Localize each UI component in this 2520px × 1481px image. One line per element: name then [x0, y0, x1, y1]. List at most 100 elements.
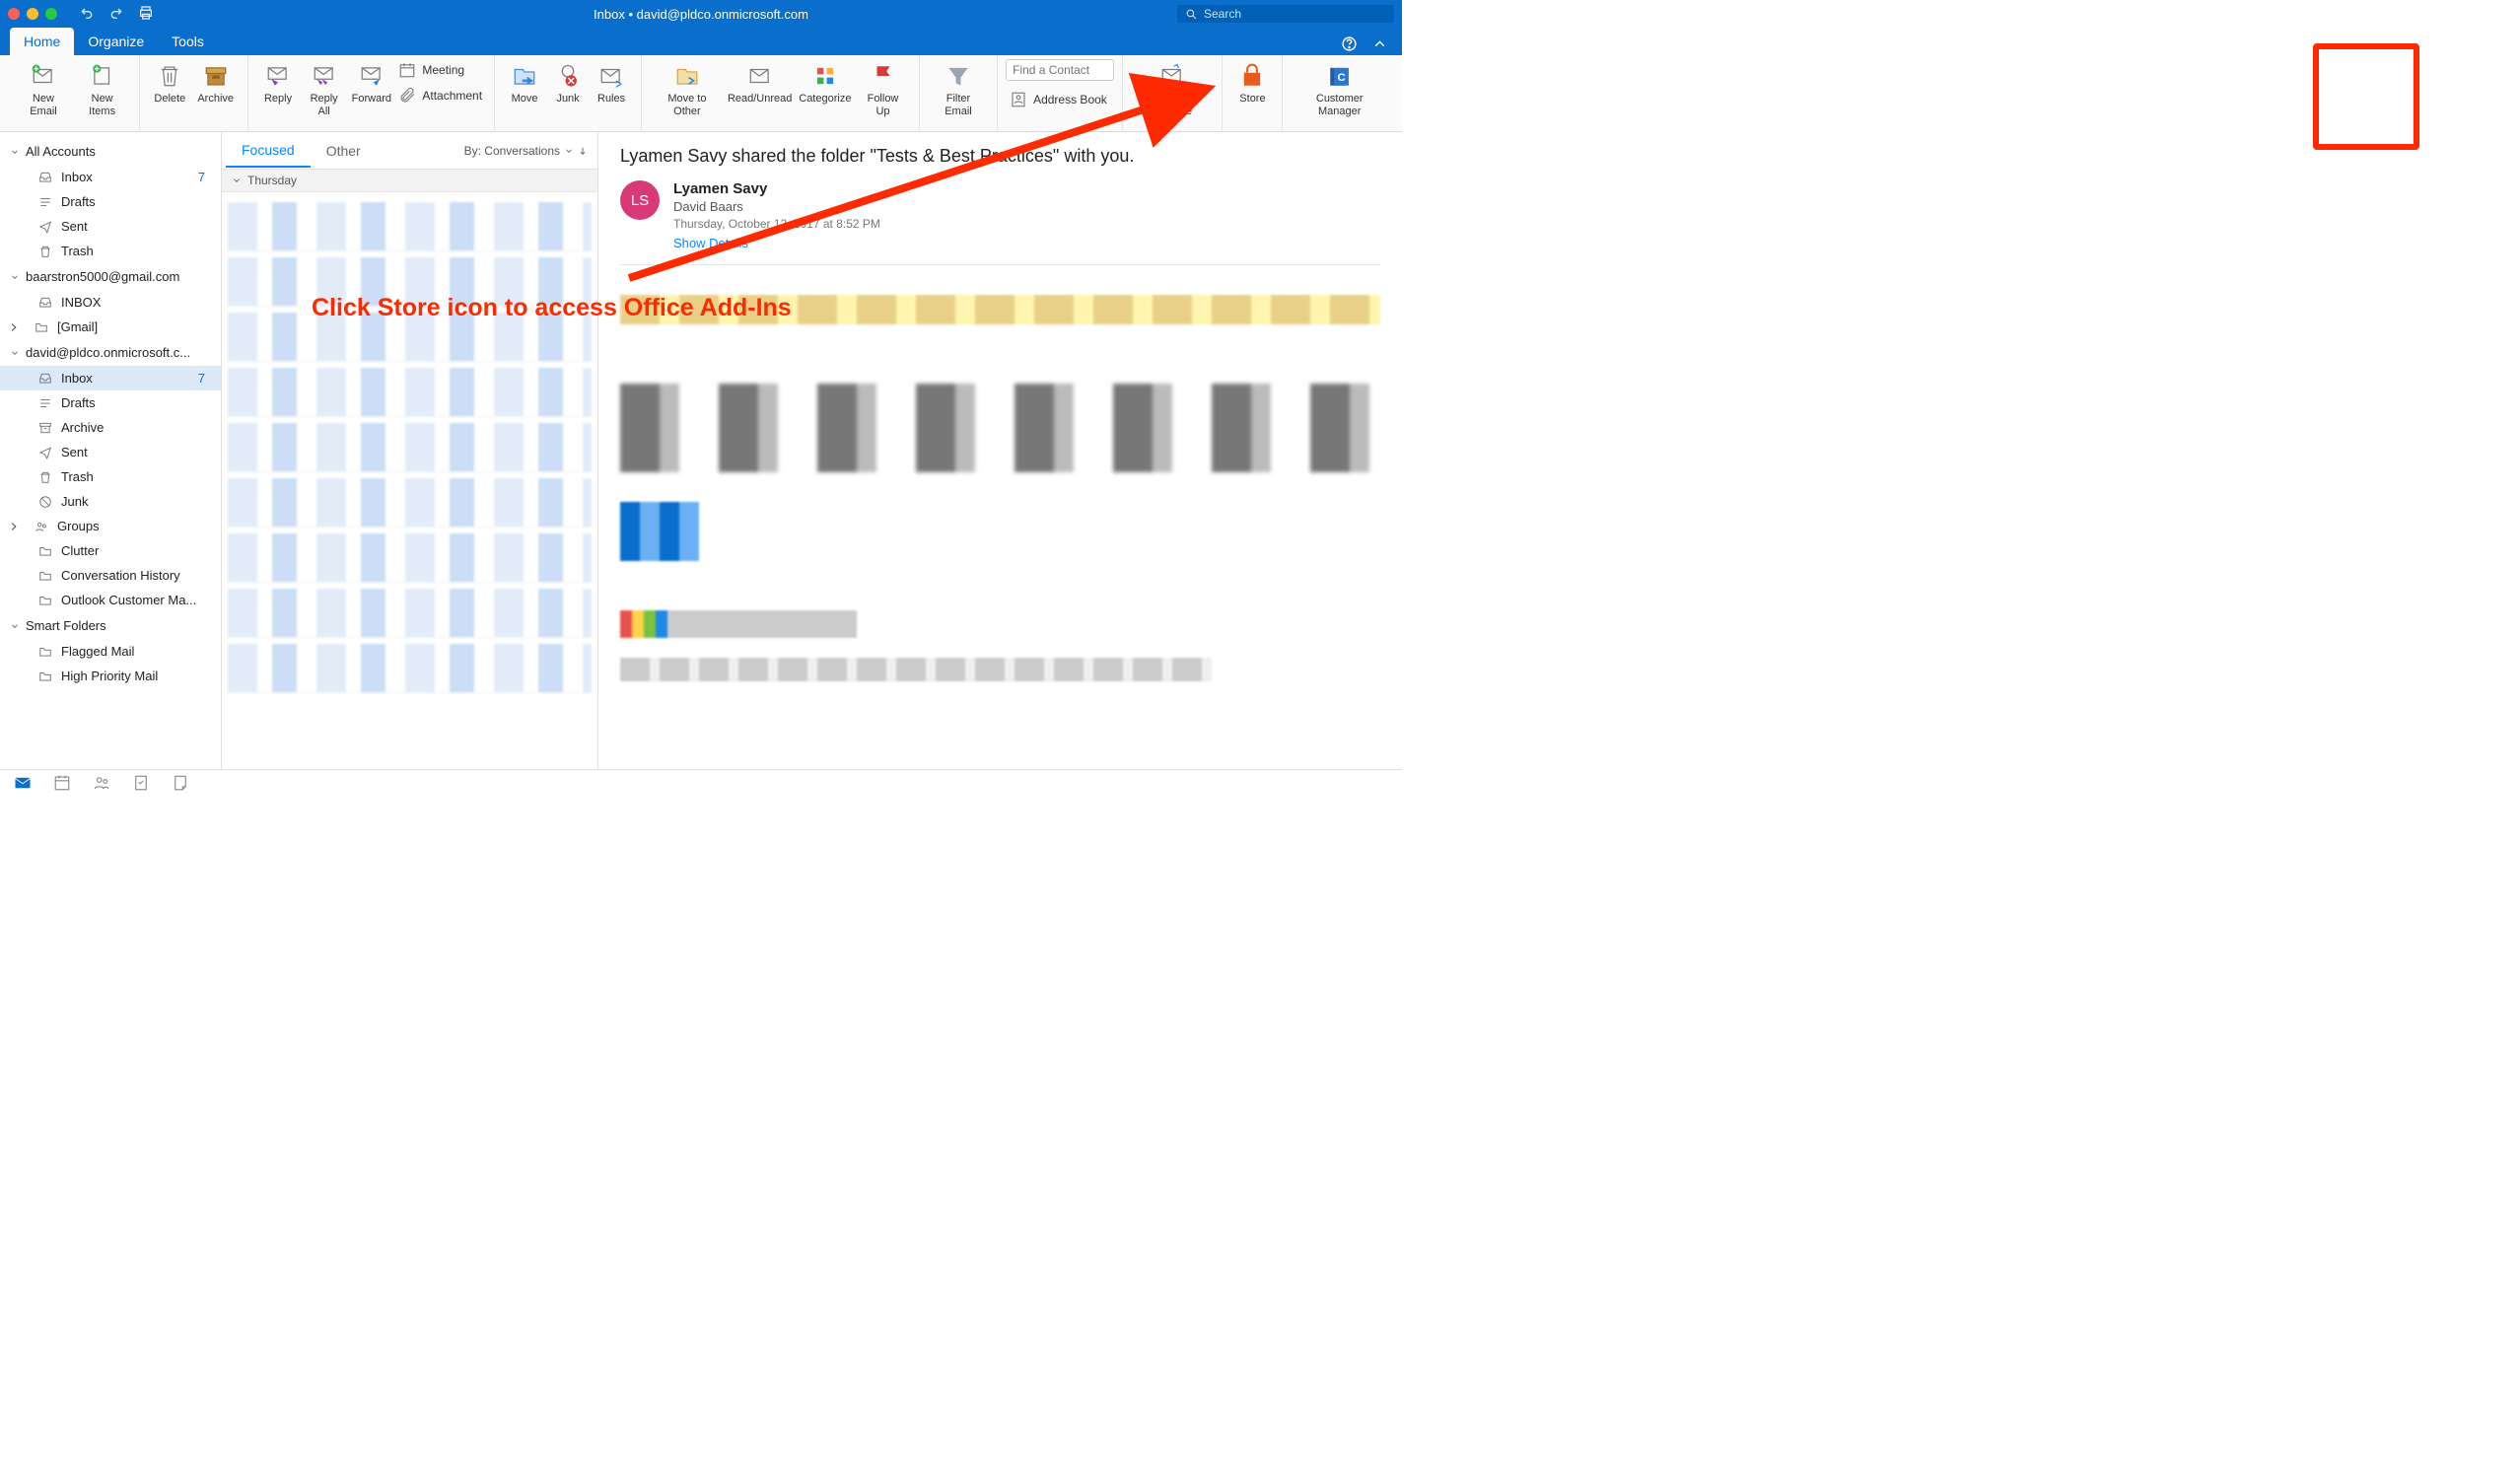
sidebar-account-header[interactable]: All Accounts: [0, 138, 221, 165]
undo-icon[interactable]: [79, 5, 95, 24]
people-nav-icon[interactable]: [93, 774, 110, 795]
window-controls: [8, 8, 57, 20]
arrow-down-icon: [578, 146, 588, 156]
calendar-nav-icon[interactable]: [53, 774, 71, 795]
attachment-button[interactable]: Attachment: [394, 85, 486, 106]
flag-icon: [871, 61, 896, 91]
store-icon: [1239, 61, 1265, 91]
date-group-header[interactable]: Thursday: [222, 170, 597, 192]
sidebar-item-outlook-customer-ma-[interactable]: Outlook Customer Ma...: [0, 588, 221, 612]
tab-organize[interactable]: Organize: [74, 28, 158, 55]
quick-access: [79, 5, 154, 24]
message-list[interactable]: [222, 192, 597, 769]
other-tab[interactable]: Other: [311, 135, 377, 167]
reply-button[interactable]: Reply: [256, 59, 300, 128]
sidebar-item-sent[interactable]: Sent: [0, 440, 221, 464]
move-to-other-icon: [674, 61, 700, 91]
bottom-nav: [0, 769, 1402, 799]
message-item[interactable]: [228, 533, 592, 583]
find-contact-input[interactable]: [1006, 59, 1114, 81]
categorize-button[interactable]: Categorize: [796, 59, 856, 128]
sender-name: Lyamen Savy: [673, 180, 880, 197]
new-items-button[interactable]: New Items: [73, 59, 131, 128]
move-button[interactable]: Move: [503, 59, 546, 128]
sidebar-account-header[interactable]: baarstron5000@gmail.com: [0, 263, 221, 290]
store-button[interactable]: Store: [1230, 59, 1274, 128]
minimize-window-button[interactable]: [27, 8, 38, 20]
sidebar-account-header[interactable]: david@pldco.onmicrosoft.c...: [0, 339, 221, 366]
sidebar-item-inbox[interactable]: Inbox7: [0, 366, 221, 390]
sidebar-item-drafts[interactable]: Drafts: [0, 390, 221, 415]
archive-button[interactable]: Archive: [191, 59, 240, 128]
categorize-icon: [812, 61, 838, 91]
main-area: All AccountsInbox7DraftsSentTrashbaarstr…: [0, 132, 1402, 769]
reply-all-button[interactable]: Reply All: [300, 59, 348, 128]
attachment-icon: [398, 87, 416, 105]
collapse-ribbon-icon[interactable]: [1371, 35, 1388, 55]
sort-by-button[interactable]: By: Conversations: [464, 144, 594, 158]
customer-manager-button[interactable]: C Customer Manager: [1291, 59, 1388, 128]
junk-button[interactable]: Junk: [546, 59, 590, 128]
sidebar-item-inbox[interactable]: Inbox7: [0, 165, 221, 189]
show-details-link[interactable]: Show Details: [673, 236, 880, 250]
forward-button[interactable]: Forward: [348, 59, 394, 128]
new-email-label: New Email: [20, 93, 67, 117]
sidebar-item-sent[interactable]: Sent: [0, 214, 221, 239]
tasks-nav-icon[interactable]: [132, 774, 150, 795]
sidebar-item-trash[interactable]: Trash: [0, 239, 221, 263]
search-icon: [1185, 8, 1198, 21]
sidebar-item-clutter[interactable]: Clutter: [0, 538, 221, 563]
message-body: [620, 295, 1380, 689]
focused-tab[interactable]: Focused: [226, 134, 311, 168]
send-receive-icon: [1159, 61, 1185, 91]
sidebar-item-trash[interactable]: Trash: [0, 464, 221, 489]
folder-sidebar[interactable]: All AccountsInbox7DraftsSentTrashbaarstr…: [0, 132, 222, 769]
message-item[interactable]: [228, 423, 592, 472]
send-receive-button[interactable]: Send & Receive: [1131, 59, 1214, 128]
sidebar-item--gmail-[interactable]: [Gmail]: [0, 315, 221, 339]
zoom-window-button[interactable]: [45, 8, 57, 20]
sidebar-item-flagged-mail[interactable]: Flagged Mail: [0, 639, 221, 664]
meeting-button[interactable]: Meeting: [394, 59, 486, 81]
read-unread-button[interactable]: Read/Unread: [725, 59, 796, 128]
ribbon: New Email New Items Delete Archive Reply…: [0, 55, 1402, 132]
sidebar-item-inbox[interactable]: INBOX: [0, 290, 221, 315]
sidebar-item-groups[interactable]: Groups: [0, 514, 221, 538]
search-box[interactable]: [1177, 5, 1394, 23]
archive-icon: [203, 61, 229, 91]
sidebar-item-junk[interactable]: Junk: [0, 489, 221, 514]
rules-button[interactable]: Rules: [590, 59, 633, 128]
avatar: LS: [620, 180, 660, 220]
message-item[interactable]: [228, 589, 592, 638]
titlebar: Inbox • david@pldco.onmicrosoft.com: [0, 0, 1402, 28]
ribbon-tabs: Home Organize Tools: [0, 28, 1402, 55]
address-book-button[interactable]: Address Book: [1006, 89, 1114, 110]
message-item[interactable]: [228, 644, 592, 693]
close-window-button[interactable]: [8, 8, 20, 20]
print-icon[interactable]: [138, 5, 154, 24]
tab-home[interactable]: Home: [10, 28, 74, 55]
message-item[interactable]: [228, 368, 592, 417]
redo-icon[interactable]: [108, 5, 124, 24]
follow-up-button[interactable]: Follow Up: [855, 59, 911, 128]
message-subject: Lyamen Savy shared the folder "Tests & B…: [620, 146, 1380, 167]
message-item[interactable]: [228, 478, 592, 528]
move-icon: [512, 61, 537, 91]
delete-button[interactable]: Delete: [148, 59, 191, 128]
move-to-other-button[interactable]: Move to Other: [650, 59, 725, 128]
sidebar-item-drafts[interactable]: Drafts: [0, 189, 221, 214]
sidebar-item-archive[interactable]: Archive: [0, 415, 221, 440]
new-email-button[interactable]: New Email: [14, 59, 73, 128]
message-item[interactable]: [228, 202, 592, 251]
message-item[interactable]: [228, 313, 592, 362]
help-icon[interactable]: [1341, 35, 1358, 55]
mail-nav-icon[interactable]: [14, 774, 32, 795]
tab-tools[interactable]: Tools: [158, 28, 218, 55]
sidebar-account-header[interactable]: Smart Folders: [0, 612, 221, 639]
sidebar-item-conversation-history[interactable]: Conversation History: [0, 563, 221, 588]
filter-email-button[interactable]: Filter Email: [928, 59, 989, 128]
notes-nav-icon[interactable]: [172, 774, 189, 795]
message-item[interactable]: [228, 257, 592, 307]
sidebar-item-high-priority-mail[interactable]: High Priority Mail: [0, 664, 221, 688]
search-input[interactable]: [1204, 7, 1386, 21]
